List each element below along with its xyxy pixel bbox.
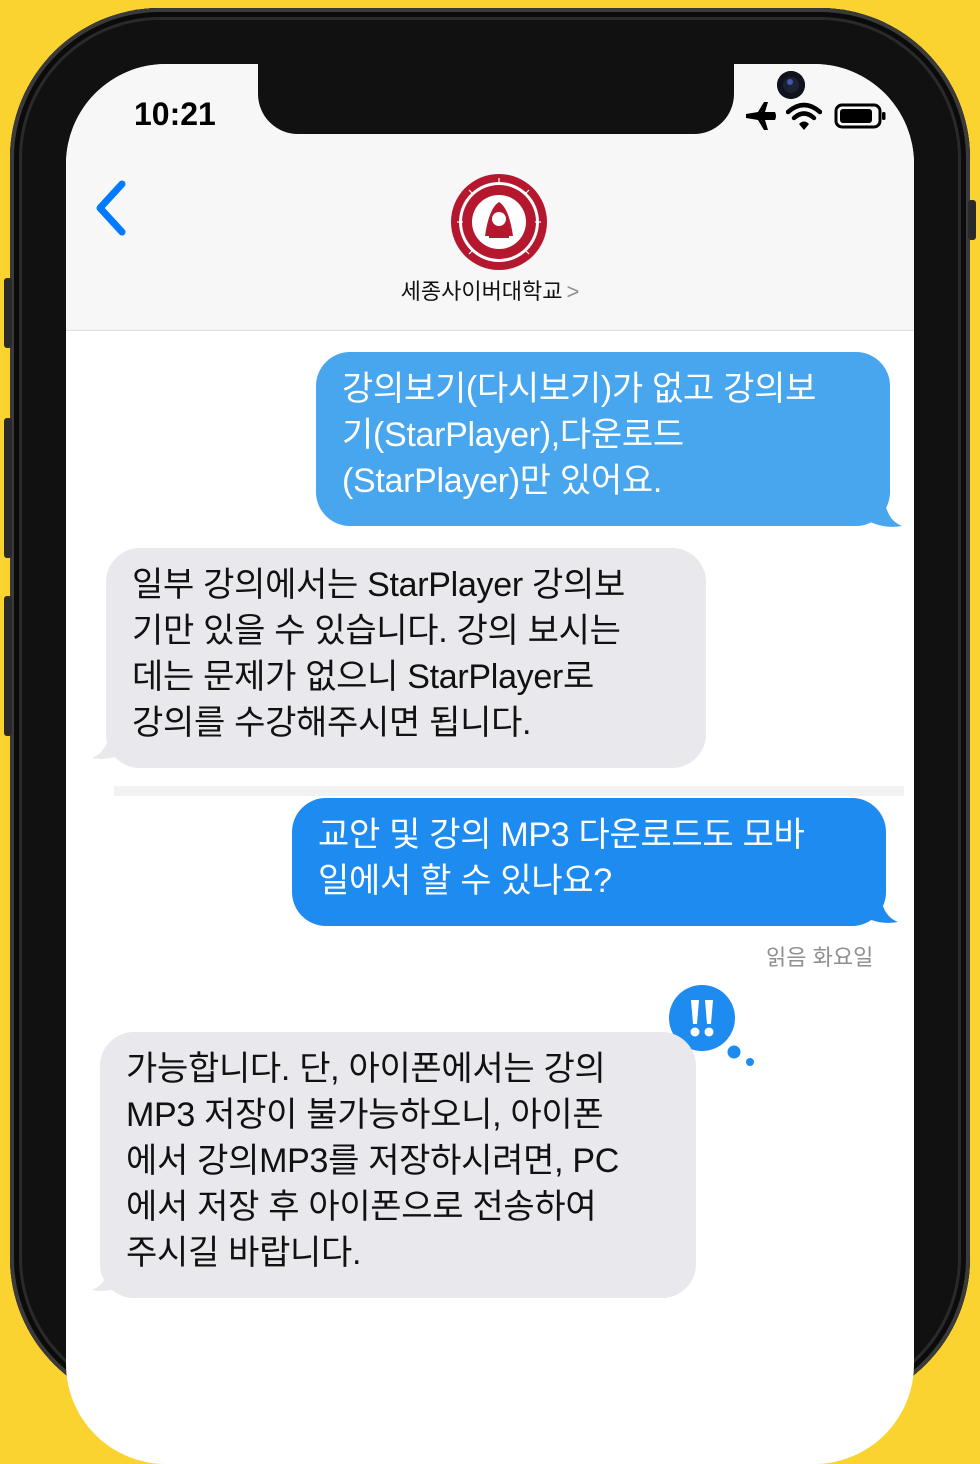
message-line: 에서 저장 후 아이폰으로 전송하여 [126,1188,597,1226]
message-line: 주시길 바랍니다. [126,1234,362,1272]
university-seal-icon[interactable] [449,172,549,272]
message-line: MP3 저장이 불가능하오니, 아이폰 [126,1096,604,1134]
status-time: 10:21 [134,96,216,132]
message-line: 교안 및 강의 MP3 다운로드도 모바 [318,816,805,854]
notch [258,64,805,134]
message-line: 에서 강의MP3를 저장하시려면, PC [126,1142,620,1180]
message-bubble-received[interactable]: 가능합니다. 단, 아이폰에서는 강의 MP3 저장이 불가능하오니, 아이폰 … [100,1032,696,1298]
front-camera-icon [777,71,805,99]
wifi-icon [786,102,822,130]
volume-down-button [4,596,12,736]
message-line: (StarPlayer)만 있어요. [342,462,662,500]
message-bubble-received[interactable]: 일부 강의에서는 StarPlayer 강의보 기만 있을 수 있습니다. 강의… [106,548,706,768]
contact-chevron-icon: > [566,279,580,304]
battery-icon [834,103,886,129]
phone-screen: 10:21 세종사이버대학교 > 강의보기(다시보기)가 없고 강의보 기(St… [66,64,914,1464]
read-receipt: 읽음 화요일 [766,945,874,970]
message-bubble-sent[interactable]: 강의보기(다시보기)가 없고 강의보 기(StarPlayer),다운로드 (S… [316,352,890,526]
airplane-mode-icon [746,102,776,130]
volume-up-button [4,418,12,558]
power-button [968,200,976,240]
mute-switch [4,278,12,348]
message-divider [114,786,904,796]
message-line: 일에서 할 수 있나요? [318,862,612,900]
message-bubble-sent[interactable]: 교안 및 강의 MP3 다운로드도 모바 일에서 할 수 있나요? [292,798,886,926]
message-line: 가능합니다. 단, 아이폰에서는 강의 [126,1050,606,1088]
message-line: 일부 강의에서는 StarPlayer 강의보 [132,566,625,604]
message-line: 기(StarPlayer),다운로드 [342,416,684,454]
contact-name[interactable]: 세종사이버대학교 > [66,274,914,306]
back-chevron-icon[interactable] [92,178,132,238]
message-line: 데는 문제가 없으니 StarPlayer로 [132,658,594,696]
message-line: 강의보기(다시보기)가 없고 강의보 [342,370,817,408]
message-line: 기만 있을 수 있습니다. 강의 보시는 [132,612,621,650]
contact-name-label: 세종사이버대학교 [400,279,563,304]
message-line: 강의를 수강해주시면 됩니다. [132,704,532,742]
